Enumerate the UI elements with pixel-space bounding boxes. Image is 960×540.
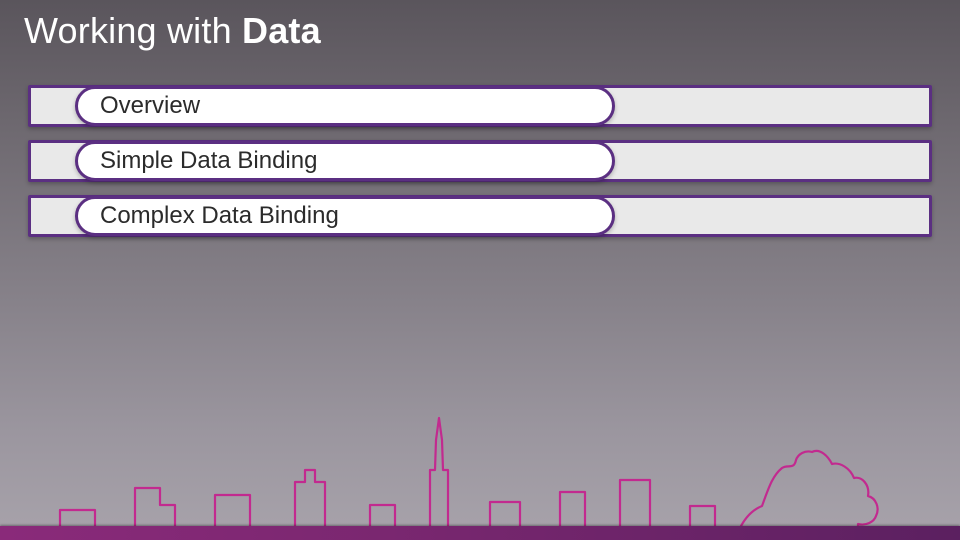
agenda-item: Overview (28, 85, 932, 127)
agenda-label: Complex Data Binding (100, 202, 339, 230)
agenda-label: Simple Data Binding (100, 147, 317, 175)
agenda-pill: Overview (75, 86, 615, 126)
agenda-pill: Complex Data Binding (75, 196, 615, 236)
title-suffix: Data (242, 10, 321, 51)
agenda-pill: Simple Data Binding (75, 141, 615, 181)
slide-title: Working with Data (24, 10, 321, 52)
agenda-list: Overview Simple Data Binding Complex Dat… (28, 85, 932, 237)
agenda-label: Overview (100, 92, 200, 120)
title-prefix: Working with (24, 10, 242, 51)
agenda-item: Complex Data Binding (28, 195, 932, 237)
skyline-decoration (0, 410, 960, 540)
footer-strip (0, 526, 960, 540)
agenda-item: Simple Data Binding (28, 140, 932, 182)
